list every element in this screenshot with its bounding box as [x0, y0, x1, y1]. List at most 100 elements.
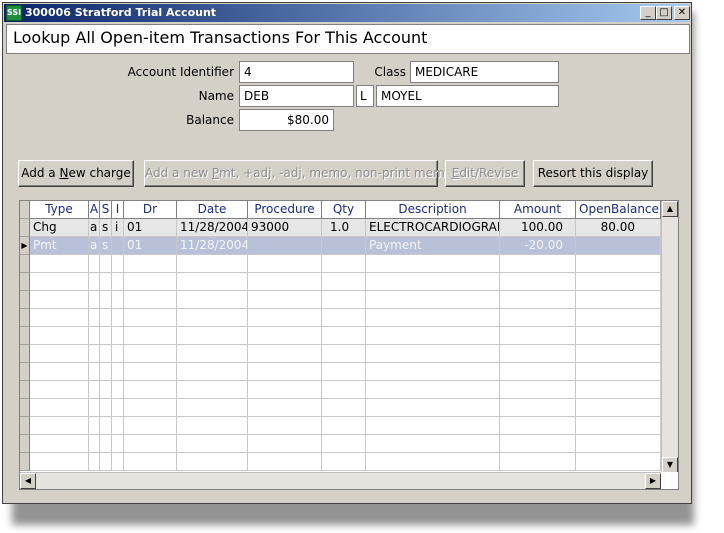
empty-cell	[112, 327, 124, 345]
add-payment-button[interactable]: Add a new Pmt, +adj, -adj, memo, non-pri…	[144, 160, 452, 187]
empty-cell	[89, 345, 100, 363]
empty-cell	[112, 255, 124, 273]
cell-openbalance[interactable]: 80.00	[576, 219, 661, 237]
empty-cell	[30, 291, 89, 309]
empty-cell	[177, 345, 248, 363]
middle-initial-field[interactable]: L	[356, 85, 374, 107]
cell-amount[interactable]: -20.00	[500, 237, 576, 255]
empty-cell	[177, 363, 248, 381]
class-label: Class	[374, 65, 406, 79]
empty-cell	[124, 417, 177, 435]
empty-cell	[30, 345, 89, 363]
balance-field[interactable]: $80.00	[239, 109, 334, 131]
column-header-dr[interactable]: Dr	[124, 201, 177, 219]
cell-i[interactable]	[112, 237, 124, 255]
empty-cell	[100, 327, 112, 345]
empty-cell	[576, 273, 661, 291]
cell-qty[interactable]: 1.0	[322, 219, 366, 237]
resort-display-button[interactable]: Resort this display	[533, 160, 653, 187]
empty-cell	[30, 417, 89, 435]
column-header-description[interactable]: Description	[366, 201, 500, 219]
cell-s[interactable]: s	[100, 237, 112, 255]
minimize-button[interactable]: _	[640, 6, 656, 20]
empty-cell	[576, 453, 661, 471]
row-indicator-cell	[20, 255, 30, 273]
empty-cell	[177, 273, 248, 291]
class-field[interactable]: MEDICARE	[410, 61, 559, 83]
title-bar[interactable]: SSI 300006 Stratford Trial Account _ □ ✕	[4, 4, 690, 22]
scroll-down-icon[interactable]: ▼	[662, 457, 678, 473]
empty-cell	[500, 327, 576, 345]
cell-type[interactable]: Chg	[30, 219, 89, 237]
column-header-amount[interactable]: Amount	[500, 201, 576, 219]
cell-dr[interactable]: 01	[124, 237, 177, 255]
first-name-field[interactable]: DEB	[239, 85, 354, 107]
empty-cell	[366, 345, 500, 363]
scroll-left-icon[interactable]: ◀	[20, 473, 36, 489]
transactions-grid[interactable]: Type A S I Dr Date Procedure Qty Descrip…	[19, 200, 679, 490]
empty-cell	[366, 381, 500, 399]
column-header-type[interactable]: Type	[30, 201, 89, 219]
empty-cell	[177, 327, 248, 345]
column-header-qty[interactable]: Qty	[322, 201, 366, 219]
column-header-a[interactable]: A	[89, 201, 100, 219]
empty-cell	[89, 327, 100, 345]
empty-cell	[248, 381, 322, 399]
empty-cell	[124, 381, 177, 399]
empty-cell	[30, 255, 89, 273]
edit-revise-button[interactable]: Edit/Revise	[445, 160, 525, 187]
empty-cell	[248, 255, 322, 273]
cell-date[interactable]: 11/28/2004	[177, 219, 248, 237]
cell-description[interactable]: Payment	[366, 237, 500, 255]
empty-cell	[30, 327, 89, 345]
cell-s[interactable]: s	[100, 219, 112, 237]
empty-cell	[576, 327, 661, 345]
empty-cell	[248, 327, 322, 345]
cell-i[interactable]: i	[112, 219, 124, 237]
empty-cell	[124, 435, 177, 453]
empty-cell	[177, 381, 248, 399]
cell-a[interactable]: a	[89, 219, 100, 237]
column-header-date[interactable]: Date	[177, 201, 248, 219]
last-name-field[interactable]: MOYEL	[376, 85, 559, 107]
column-header-openbalance[interactable]: OpenBalance	[576, 201, 661, 219]
scroll-right-icon[interactable]: ▶	[645, 473, 661, 489]
empty-cell	[322, 381, 366, 399]
empty-cell	[30, 381, 89, 399]
cell-a[interactable]: a	[89, 237, 100, 255]
cell-procedure[interactable]	[248, 237, 322, 255]
name-label: Name	[198, 89, 234, 103]
add-payment-accelerator: P	[211, 166, 220, 180]
cell-dr[interactable]: 01	[124, 219, 177, 237]
maximize-button[interactable]: □	[656, 6, 672, 20]
cell-type[interactable]: Pmt	[30, 237, 89, 255]
empty-cell	[322, 417, 366, 435]
empty-cell	[112, 417, 124, 435]
column-header-i[interactable]: I	[112, 201, 124, 219]
cell-date[interactable]: 11/28/2004	[177, 237, 248, 255]
header-indicator-cell	[20, 201, 30, 219]
cell-procedure[interactable]: 93000	[248, 219, 322, 237]
add-new-charge-button[interactable]: Add a New charge	[18, 160, 134, 187]
cell-amount[interactable]: 100.00	[500, 219, 576, 237]
empty-cell	[366, 363, 500, 381]
close-button[interactable]: ✕	[674, 6, 690, 20]
empty-cell	[89, 381, 100, 399]
empty-cell	[112, 453, 124, 471]
empty-cell	[322, 399, 366, 417]
column-header-s[interactable]: S	[100, 201, 112, 219]
scroll-up-icon[interactable]: ▲	[662, 201, 678, 217]
empty-cell	[89, 435, 100, 453]
account-identifier-field[interactable]: 4	[239, 61, 354, 83]
cell-description[interactable]: ELECTROCARDIOGRAM	[366, 219, 500, 237]
empty-cell	[112, 435, 124, 453]
horizontal-scrollbar[interactable]: ◀ ▶	[20, 472, 661, 489]
account-identifier-label: Account Identifier	[127, 65, 234, 79]
empty-cell	[322, 363, 366, 381]
add-payment-text: Add a new	[145, 166, 212, 180]
vertical-scrollbar[interactable]: ▲ ▼	[661, 201, 678, 473]
row-indicator-cell	[20, 363, 30, 381]
cell-qty[interactable]	[322, 237, 366, 255]
column-header-procedure[interactable]: Procedure	[248, 201, 322, 219]
cell-openbalance[interactable]	[576, 237, 661, 255]
